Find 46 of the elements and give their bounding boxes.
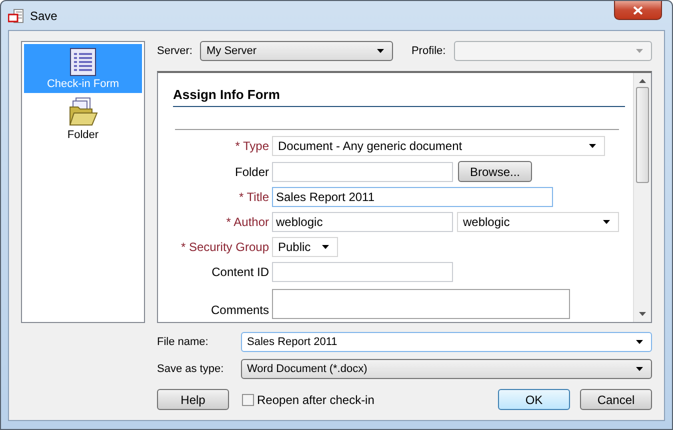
caret-icon: [377, 49, 384, 53]
help-button[interactable]: Help: [157, 389, 229, 410]
file-name-label: File name:: [157, 336, 210, 348]
caret-icon: [589, 144, 596, 148]
author-dropdown[interactable]: weblogic: [457, 212, 619, 232]
security-group-dropdown[interactable]: Public: [272, 237, 338, 257]
caret-icon: [636, 367, 643, 371]
save-type-dropdown[interactable]: Word Document (*.docx): [241, 359, 652, 379]
window-title: Save: [30, 8, 58, 22]
close-icon: [633, 6, 643, 14]
server-dropdown[interactable]: My Server: [200, 41, 394, 61]
comments-field[interactable]: [272, 289, 570, 319]
form-icon: [70, 48, 96, 76]
caret-icon: [603, 220, 610, 224]
caret-icon: [636, 340, 643, 344]
sidebar-item[interactable]: Folder: [24, 93, 142, 144]
close-button[interactable]: [614, 1, 662, 20]
save-type-label: Save as type:: [157, 363, 225, 375]
server-label: Server:: [157, 45, 192, 57]
field-label: * Title: [238, 190, 269, 204]
scrollbar-thumb[interactable]: [636, 87, 649, 183]
dialog-button[interactable]: Cancel: [580, 389, 652, 410]
field-label: Folder: [234, 164, 269, 178]
form-heading: Assign Info Form: [173, 87, 625, 107]
field-label: Content ID: [210, 265, 269, 279]
caret-icon: [636, 49, 643, 53]
caret-icon: [322, 245, 329, 249]
folder-field[interactable]: [272, 162, 453, 182]
reopen-label: Reopen after check-in: [257, 392, 374, 406]
file-name-field[interactable]: Sales Report 2011: [241, 332, 652, 352]
scroll-down-icon: [639, 312, 646, 316]
scroll-up-icon: [639, 79, 646, 83]
folder-icon: [68, 97, 98, 127]
field-label: * Author: [225, 215, 269, 229]
title-field[interactable]: Sales Report 2011: [272, 187, 553, 207]
field-label: Comments: [210, 303, 269, 317]
app-icon: [8, 8, 24, 22]
reopen-checkbox[interactable]: [242, 394, 254, 406]
author-field[interactable]: weblogic: [272, 212, 453, 232]
field-label: * Security Group: [180, 240, 269, 254]
content-id-field[interactable]: [272, 262, 453, 282]
dialog-button[interactable]: OK: [498, 389, 570, 410]
profile-label: Profile:: [411, 45, 446, 57]
browse-button[interactable]: Browse...: [458, 161, 532, 182]
type-dropdown[interactable]: Document - Any generic document: [272, 136, 605, 156]
field-label: * Type: [234, 139, 269, 153]
